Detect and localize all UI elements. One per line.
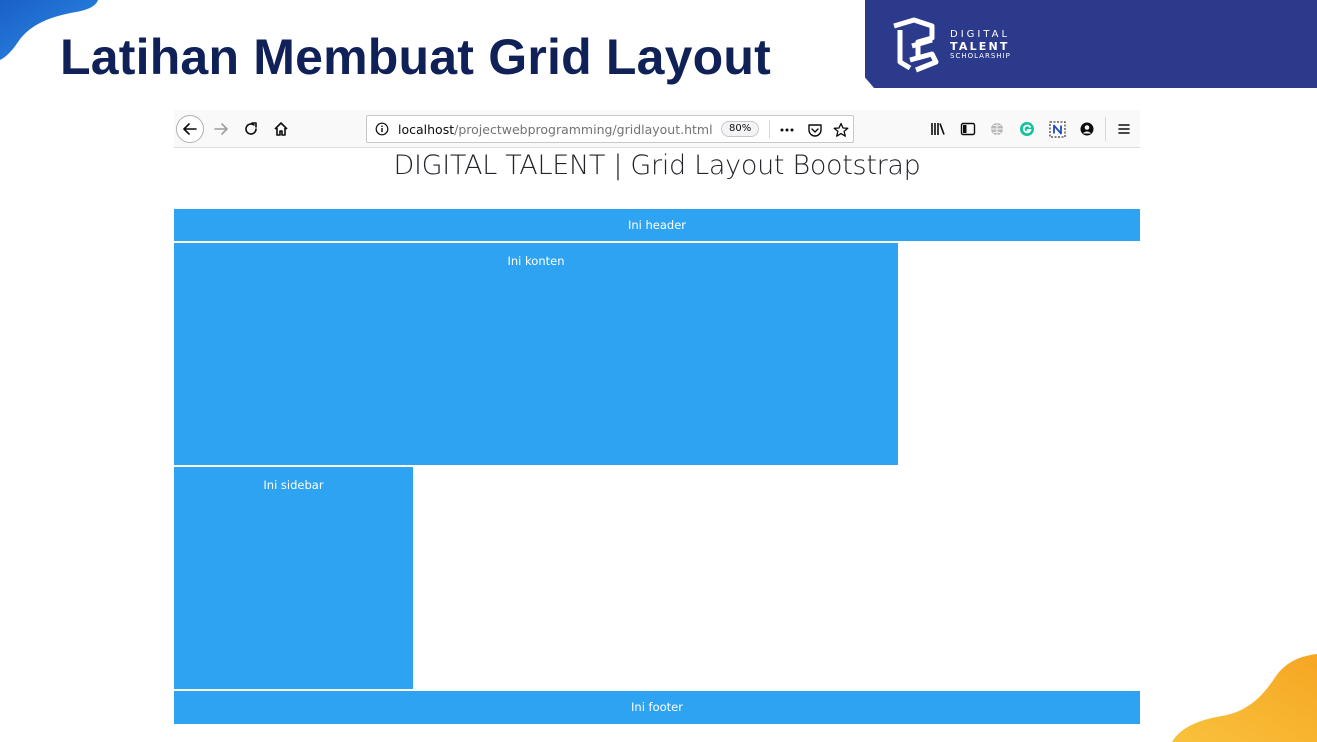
brand-line-2: TALENT <box>950 40 1010 53</box>
browser-toolbar: localhost/projectwebprogramming/gridlayo… <box>174 110 1140 148</box>
sidebar-icon <box>960 122 976 136</box>
url-path: /projectwebprogramming/gridlayout.html <box>454 122 713 137</box>
grid-footer-block: Ini footer <box>174 691 1140 724</box>
slide-title: Latihan Membuat Grid Layout <box>60 29 771 85</box>
grid-content-block: Ini konten <box>174 243 898 465</box>
home-button[interactable] <box>267 115 295 143</box>
pocket-button[interactable] <box>805 120 825 140</box>
arrow-left-icon <box>183 123 197 135</box>
open-menu-button[interactable] <box>1114 119 1134 139</box>
footer-label: Ini footer <box>631 700 683 714</box>
account-button[interactable] <box>1077 119 1097 139</box>
toolbar-divider <box>1105 117 1106 141</box>
sidebar-label: Ini sidebar <box>263 478 324 492</box>
sidebar-toggle-button[interactable] <box>958 119 978 139</box>
notion-button[interactable] <box>1047 119 1067 139</box>
digital-talent-logo-icon <box>893 17 939 73</box>
zoom-indicator[interactable]: 80% <box>721 121 760 137</box>
brand-line-1: DIGITAL <box>950 29 1011 40</box>
forward-button[interactable] <box>207 115 235 143</box>
reload-icon <box>245 122 257 135</box>
grid-header-block: Ini header <box>174 209 1140 241</box>
reload-button[interactable] <box>237 115 265 143</box>
bookmark-star-button[interactable] <box>831 120 851 140</box>
page-actions-button[interactable] <box>777 120 797 140</box>
address-bar[interactable]: localhost/projectwebprogramming/gridlayo… <box>366 115 854 143</box>
browser-window: localhost/projectwebprogramming/gridlayo… <box>174 110 1140 724</box>
back-button[interactable] <box>176 115 204 143</box>
star-icon <box>833 122 849 137</box>
grammarly-icon <box>1020 122 1034 136</box>
home-icon <box>274 122 288 136</box>
page-heading: DIGITAL TALENT | Grid Layout Bootstrap <box>393 150 921 181</box>
info-icon[interactable] <box>375 122 389 136</box>
header-label: Ini header <box>627 218 687 232</box>
url-host: localhost <box>398 122 455 137</box>
library-button[interactable] <box>928 119 948 139</box>
pocket-icon <box>808 124 822 137</box>
content-label: Ini konten <box>507 254 565 268</box>
grammarly-button[interactable] <box>1017 119 1037 139</box>
grid-sidebar-block: Ini sidebar <box>174 467 413 689</box>
arrow-right-icon <box>214 123 228 135</box>
more-dots-icon <box>780 128 794 132</box>
brand-line-3: SCHOLARSHIP <box>950 52 1011 60</box>
url-text[interactable]: localhost/projectwebprogramming/gridlayo… <box>398 122 713 137</box>
library-icon <box>931 123 945 135</box>
account-icon <box>1080 122 1094 136</box>
extension-globe-button[interactable] <box>987 119 1007 139</box>
brand-wordmark: DIGITAL TALENT SCHOLARSHIP <box>950 30 1011 60</box>
address-bar-divider <box>769 120 770 138</box>
notion-icon <box>1049 121 1065 137</box>
globe-icon <box>991 123 1003 135</box>
hamburger-menu-icon <box>1118 124 1130 134</box>
decorative-blob-bottom-right <box>1172 654 1317 742</box>
